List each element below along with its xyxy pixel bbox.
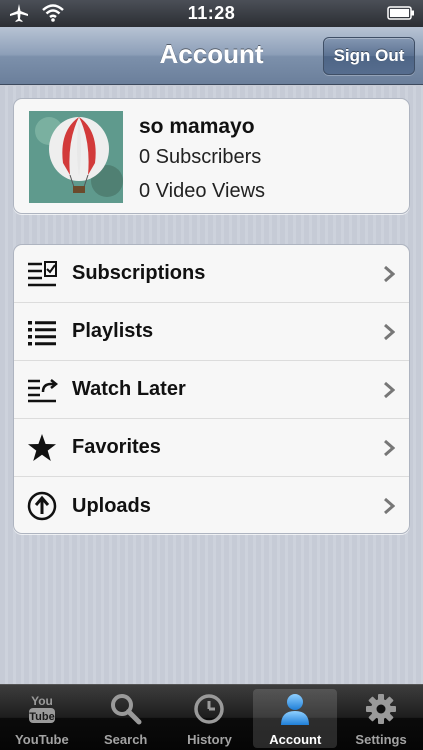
tab-search[interactable]: Search <box>84 685 168 750</box>
chevron-right-icon <box>383 439 396 457</box>
menu-item-playlists[interactable]: Playlists <box>14 303 409 361</box>
subscriptions-icon <box>26 258 58 290</box>
tab-history[interactable]: History <box>168 685 252 750</box>
tab-account[interactable]: Account <box>253 689 338 748</box>
tab-label: History <box>187 732 232 747</box>
gear-icon <box>364 693 398 725</box>
tab-label: Search <box>104 732 148 747</box>
menu-item-uploads[interactable]: Uploads <box>14 477 409 533</box>
username: so mamayo <box>139 115 255 138</box>
chevron-right-icon <box>383 265 396 283</box>
svg-text:You: You <box>31 694 53 708</box>
tab-youtube[interactable]: You Tube YouTube <box>0 685 84 750</box>
history-icon <box>192 693 226 725</box>
menu-item-label: Watch Later <box>72 378 186 400</box>
account-icon <box>278 693 312 725</box>
avatar[interactable] <box>29 111 123 203</box>
star-icon <box>26 432 58 464</box>
menu-item-subscriptions[interactable]: Subscriptions <box>14 245 409 303</box>
status-bar: 11:28 <box>0 0 423 27</box>
nav-bar: Account Sign Out <box>0 27 423 85</box>
tab-settings[interactable]: Settings <box>339 685 423 750</box>
chevron-right-icon <box>383 497 396 515</box>
search-icon <box>109 693 143 725</box>
menu-item-label: Playlists <box>72 320 154 342</box>
airplane-icon <box>8 3 30 28</box>
video-view-count: 0 Video Views <box>139 180 266 202</box>
menu-item-label: Uploads <box>72 494 151 517</box>
battery-icon <box>387 6 415 25</box>
wifi-icon <box>42 4 64 27</box>
watch-later-icon <box>26 374 58 406</box>
menu-item-label: Subscriptions <box>72 262 206 284</box>
menu-item-watch-later[interactable]: Watch Later <box>14 361 409 419</box>
tab-label: Account <box>269 732 322 747</box>
tab-label: Settings <box>355 732 407 747</box>
upload-icon <box>26 490 58 522</box>
svg-text:Tube: Tube <box>29 711 54 723</box>
status-time: 11:28 <box>187 3 236 23</box>
menu-item-label: Favorites <box>72 436 161 458</box>
subscriber-count: 0 Subscribers <box>139 146 262 168</box>
account-menu: Subscriptions Playlists Watch Later Favo… <box>13 244 410 534</box>
playlist-icon <box>26 316 58 348</box>
tab-label: YouTube <box>15 732 69 747</box>
youtube-icon: You Tube <box>25 693 59 725</box>
chevron-right-icon <box>383 323 396 341</box>
tab-bar: You Tube YouTube Search History Account … <box>0 684 423 750</box>
menu-item-favorites[interactable]: Favorites <box>14 419 409 477</box>
chevron-right-icon <box>383 381 396 399</box>
profile-card: so mamayo 0 Subscribers 0 Video Views <box>13 98 410 214</box>
sign-out-button[interactable]: Sign Out <box>323 37 415 75</box>
content-area: so mamayo 0 Subscribers 0 Video Views Su… <box>0 86 423 684</box>
